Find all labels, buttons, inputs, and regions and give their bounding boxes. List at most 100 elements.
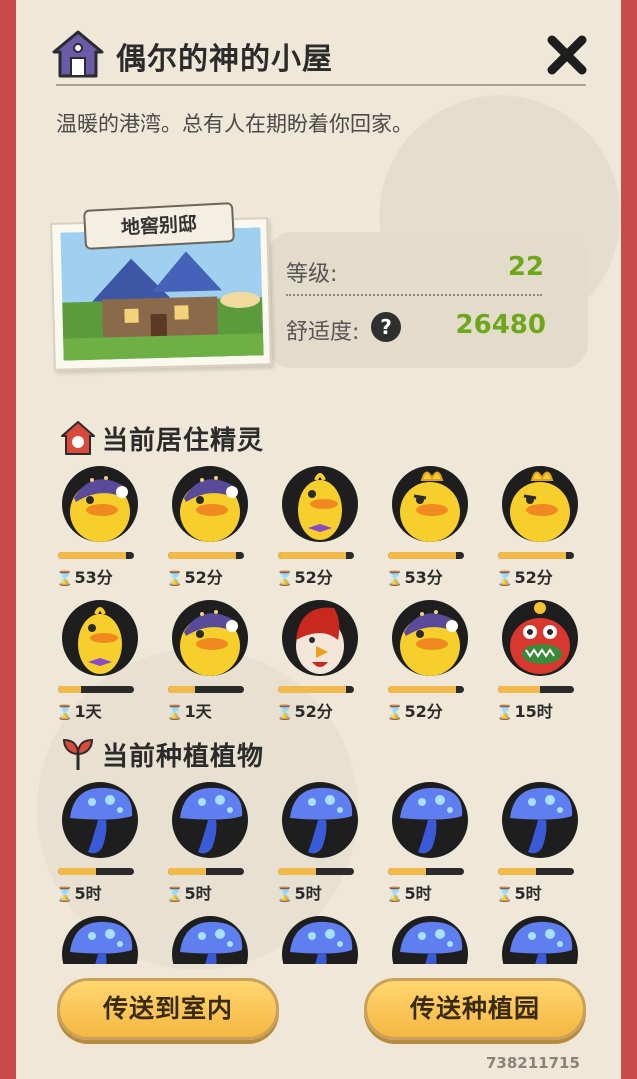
spirit-avatar bbox=[502, 466, 578, 542]
spirit-slot[interactable]: ⌛1天 bbox=[166, 600, 252, 721]
plant-slot[interactable] bbox=[496, 916, 582, 964]
plant-progress-fill bbox=[168, 868, 206, 875]
spirit-avatar bbox=[282, 600, 358, 676]
spirit-timer: ⌛53分 bbox=[56, 564, 113, 588]
plant-slot[interactable]: ⌛5时 bbox=[276, 782, 362, 904]
plant-timer: ⌛5时 bbox=[56, 880, 102, 904]
plant-timer: ⌛5时 bbox=[276, 880, 322, 904]
spirit-progress-fill bbox=[58, 686, 81, 693]
spirit-slot[interactable]: ⌛52分 bbox=[276, 600, 362, 721]
spirit-avatar bbox=[392, 466, 468, 542]
blue-mushroom-icon bbox=[290, 921, 353, 964]
spirit-timer-text: 53分 bbox=[74, 568, 113, 587]
spirit-avatar bbox=[62, 466, 138, 542]
plant-timer: ⌛5时 bbox=[166, 880, 212, 904]
spirit-timer: ⌛52分 bbox=[386, 698, 443, 722]
blue-mushroom-icon bbox=[180, 921, 243, 964]
plant-progress-fill bbox=[58, 868, 96, 875]
house-type-tag: 地窖别邸 bbox=[83, 202, 235, 250]
plant-slot[interactable] bbox=[56, 916, 142, 964]
spirit-slot[interactable]: ⌛53分 bbox=[386, 466, 472, 587]
spirit-avatar bbox=[172, 600, 248, 676]
plant-slot[interactable]: ⌛5时 bbox=[386, 782, 472, 903]
plant-progress-fill bbox=[278, 868, 316, 875]
spirit-avatar bbox=[502, 600, 578, 676]
duck-bowtie-icon bbox=[78, 607, 122, 674]
plant-avatar bbox=[62, 782, 138, 858]
teleport-indoor-button[interactable]: 传送到室内 bbox=[57, 978, 279, 1040]
stats-divider bbox=[286, 294, 542, 296]
plants-scroll-area[interactable]: ⌛5时 ⌛5时 ⌛5时 ⌛5时 ⌛5时 bbox=[52, 780, 592, 964]
plant-progress-bar bbox=[498, 868, 574, 875]
hourglass-icon: ⌛ bbox=[496, 571, 514, 587]
hourglass-icon: ⌛ bbox=[496, 887, 514, 903]
plant-timer-text: 5时 bbox=[74, 884, 102, 903]
duck-nightcap-icon bbox=[180, 610, 240, 676]
teleport-garden-button[interactable]: 传送种植园 bbox=[364, 978, 586, 1040]
hourglass-icon: ⌛ bbox=[386, 705, 404, 721]
spirit-slot[interactable]: ⌛52分 bbox=[496, 466, 582, 587]
blue-mushroom-icon bbox=[70, 921, 133, 964]
hourglass-icon: ⌛ bbox=[56, 705, 74, 721]
plant-avatar bbox=[392, 916, 468, 964]
help-icon[interactable]: ? bbox=[371, 312, 401, 342]
plant-slot[interactable]: ⌛5时 bbox=[56, 782, 142, 904]
blue-mushroom-icon bbox=[290, 787, 353, 854]
header-divider bbox=[56, 84, 586, 86]
spirit-slot[interactable]: ⌛52分 bbox=[166, 466, 252, 588]
spirit-timer: ⌛52分 bbox=[166, 564, 223, 588]
spirit-slot[interactable]: ⌛52分 bbox=[386, 600, 472, 722]
house-icon bbox=[52, 30, 104, 78]
spirit-progress-bar bbox=[168, 552, 244, 559]
plant-avatar bbox=[502, 782, 578, 858]
spirit-progress-fill bbox=[168, 552, 237, 559]
plant-avatar bbox=[172, 782, 248, 858]
house-description: 温暖的港湾。总有人在期盼着你回家。 bbox=[56, 112, 413, 136]
spirit-timer-text: 52分 bbox=[404, 702, 443, 721]
player-uid: 738211715 bbox=[486, 1054, 580, 1072]
spirit-progress-fill bbox=[278, 552, 347, 559]
plant-slot[interactable]: ⌛5时 bbox=[166, 782, 252, 904]
red-bird-icon bbox=[296, 607, 344, 674]
spirit-home-icon bbox=[61, 421, 95, 455]
spirit-avatar bbox=[62, 600, 138, 676]
blue-mushroom-icon bbox=[180, 787, 243, 854]
close-icon[interactable] bbox=[544, 32, 590, 78]
spirit-timer-text: 52分 bbox=[294, 568, 333, 587]
plant-slot[interactable] bbox=[386, 916, 472, 964]
hourglass-icon: ⌛ bbox=[276, 571, 294, 587]
spirit-timer-text: 52分 bbox=[514, 568, 553, 587]
plant-slot[interactable] bbox=[276, 916, 362, 964]
plant-slot[interactable] bbox=[166, 916, 252, 964]
hourglass-icon: ⌛ bbox=[276, 887, 294, 903]
plant-slot[interactable]: ⌛5时 bbox=[496, 782, 582, 904]
spirit-progress-fill bbox=[498, 686, 540, 693]
plant-sprout-icon bbox=[62, 738, 94, 770]
plant-timer-text: 5时 bbox=[294, 884, 322, 903]
blue-mushroom-icon bbox=[510, 921, 573, 964]
spirit-slot[interactable]: ⌛1天 bbox=[56, 600, 142, 721]
spirit-timer-text: 52分 bbox=[294, 702, 333, 721]
spirit-progress-bar bbox=[58, 552, 134, 559]
spirit-progress-fill bbox=[58, 552, 127, 559]
spirit-timer-text: 1天 bbox=[184, 702, 212, 721]
blue-mushroom-icon bbox=[510, 787, 573, 854]
spirit-slot[interactable]: ⌛53分 bbox=[56, 466, 142, 588]
spirit-slot[interactable]: ⌛52分 bbox=[276, 466, 362, 587]
header: 偶尔的神的小屋 bbox=[52, 28, 592, 86]
hourglass-icon: ⌛ bbox=[276, 705, 294, 721]
spirit-progress-fill bbox=[388, 552, 457, 559]
spirit-timer-text: 1天 bbox=[74, 702, 102, 721]
level-value: 22 bbox=[507, 252, 544, 282]
spirit-progress-bar bbox=[388, 686, 464, 693]
level-label: 等级: bbox=[286, 262, 338, 287]
spirit-progress-bar bbox=[278, 552, 354, 559]
plant-progress-bar bbox=[278, 868, 354, 875]
spirit-slot[interactable]: ⌛15时 bbox=[496, 600, 582, 721]
spirit-timer-text: 15时 bbox=[514, 702, 553, 721]
plant-progress-fill bbox=[498, 868, 536, 875]
plant-timer: ⌛5时 bbox=[496, 880, 542, 904]
plant-progress-bar bbox=[168, 868, 244, 875]
blue-mushroom-icon bbox=[70, 787, 133, 854]
duck-crest-icon bbox=[400, 471, 460, 542]
